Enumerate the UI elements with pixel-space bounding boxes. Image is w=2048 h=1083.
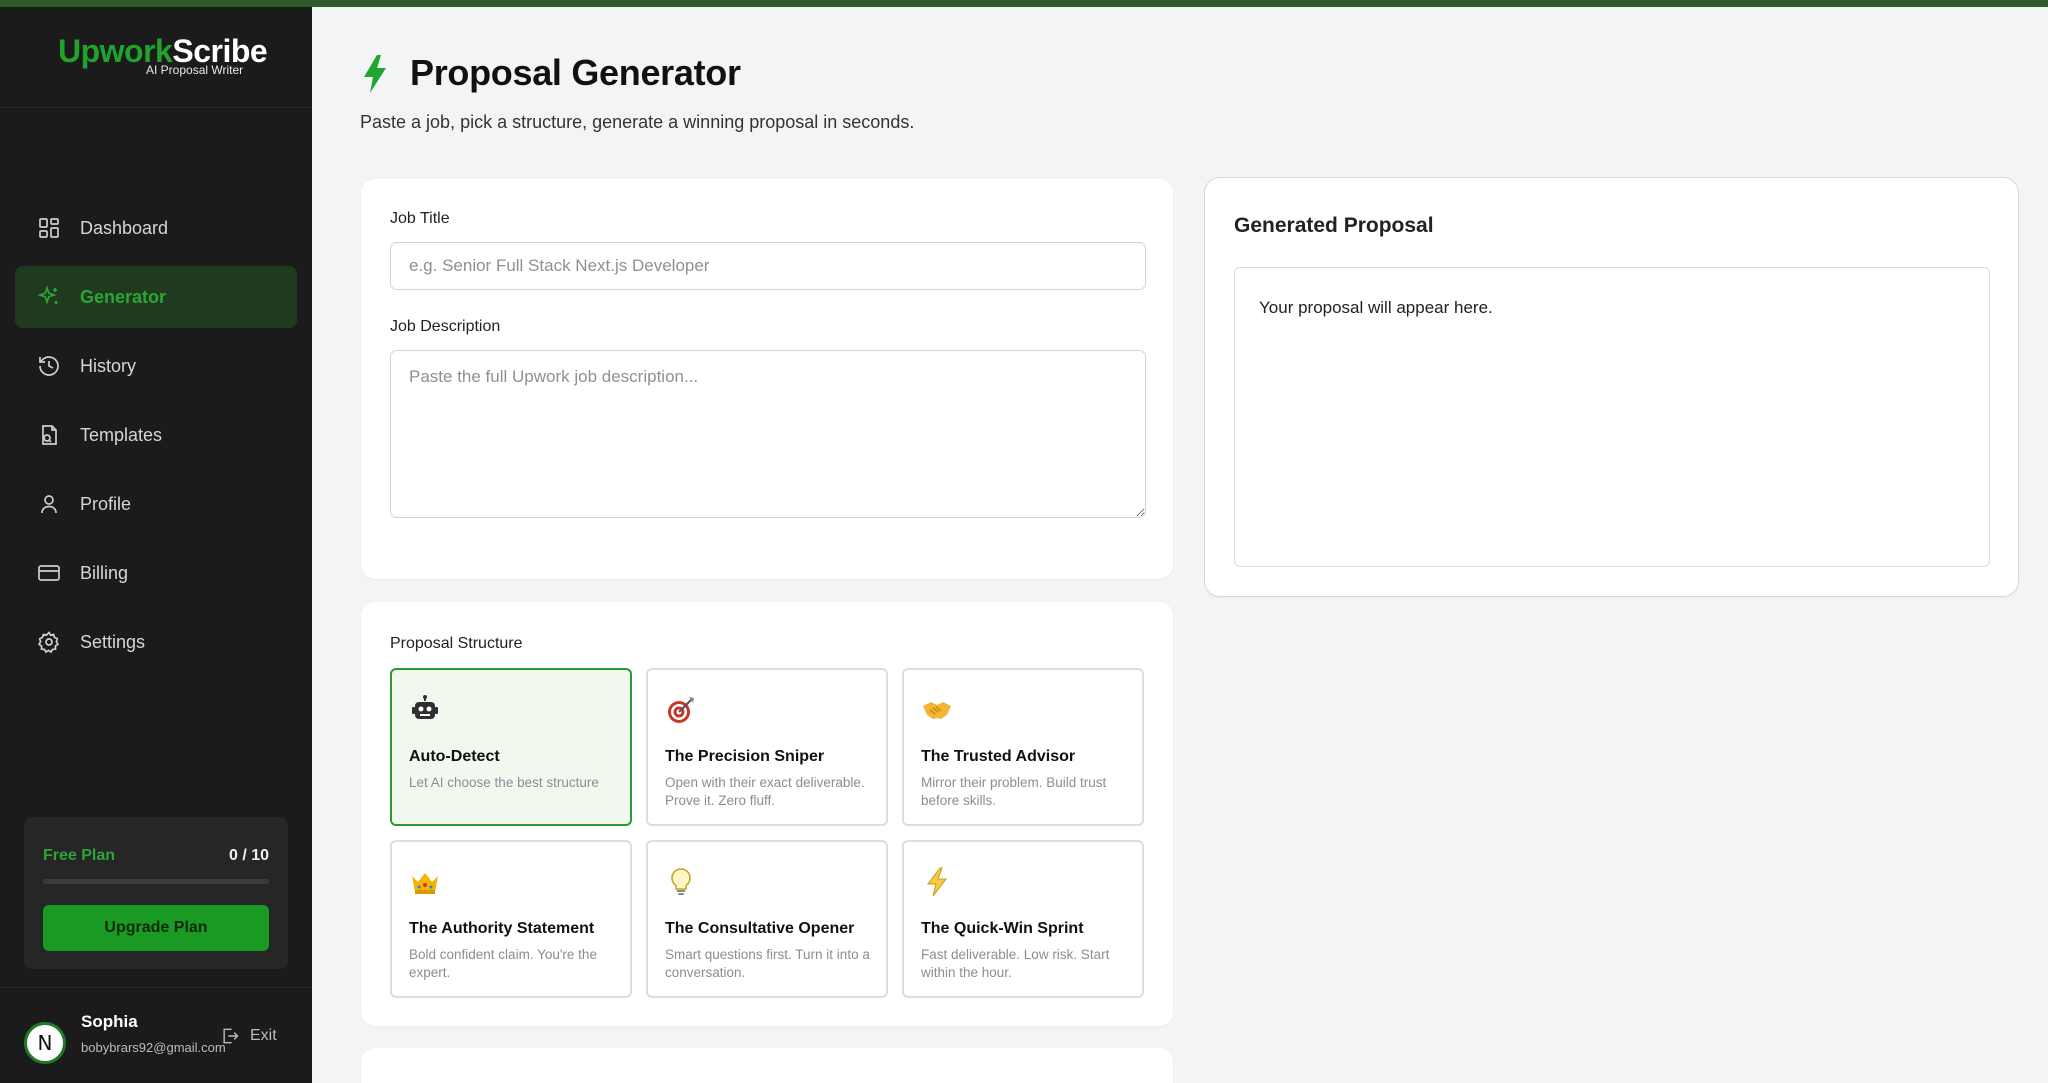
sidebar-item-history[interactable]: History xyxy=(15,335,297,397)
sidebar-item-billing[interactable]: Billing xyxy=(15,542,297,604)
lightning-icon xyxy=(927,867,948,897)
structure-option-authority-statement[interactable]: The Authority Statement Bold confident c… xyxy=(390,840,632,998)
history-icon xyxy=(36,353,62,379)
sidebar-item-label: Dashboard xyxy=(80,217,169,238)
user-area: N Sophia bobybrars92@gmail.com Exit xyxy=(0,987,312,1083)
next-section-card xyxy=(361,1048,1173,1083)
job-description-input[interactable] xyxy=(390,350,1146,518)
templates-icon xyxy=(36,422,62,448)
target-icon xyxy=(668,697,694,723)
plan-count: 0 / 10 xyxy=(228,847,269,864)
sidebar-nav: Dashboard Generator History Templates Pr… xyxy=(15,197,297,680)
exit-button[interactable]: Exit xyxy=(220,1026,277,1046)
top-accent-bar xyxy=(0,0,2048,7)
sparkles-icon xyxy=(36,284,62,310)
proposal-structure-card: Proposal Structure Auto-Detect Let AI ch… xyxy=(361,602,1173,1026)
job-form-card: Job Title Job Description xyxy=(361,179,1173,579)
user-email: bobybrars92@gmail.com xyxy=(81,1040,226,1055)
generated-proposal-card: Generated Proposal Your proposal will ap… xyxy=(1204,177,2019,597)
user-icon xyxy=(36,491,62,517)
proposal-structure-label: Proposal Structure xyxy=(390,635,523,652)
structure-option-desc: Mirror their problem. Build trust before… xyxy=(921,775,1107,808)
plan-label: Free Plan xyxy=(43,847,116,864)
brand-tagline: AI Proposal Writer xyxy=(146,63,244,77)
sidebar-item-label: Profile xyxy=(80,493,132,514)
structure-option-trusted-advisor[interactable]: The Trusted Advisor Mirror their problem… xyxy=(902,668,1144,826)
proposal-output[interactable]: Your proposal will appear here. xyxy=(1234,267,1990,567)
brand-logo[interactable]: UpworkScribe AI Proposal Writer xyxy=(0,7,312,108)
lightbulb-icon xyxy=(671,868,691,895)
sidebar-item-profile[interactable]: Profile xyxy=(15,473,297,535)
structure-option-title: The Consultative Opener xyxy=(665,920,855,937)
robot-icon xyxy=(412,695,438,719)
proposal-title: Generated Proposal xyxy=(1234,214,1434,237)
sidebar-item-generator[interactable]: Generator xyxy=(15,266,297,328)
handshake-icon xyxy=(923,702,951,719)
structure-option-title: Auto-Detect xyxy=(409,748,500,765)
sidebar-item-label: Billing xyxy=(80,562,129,583)
page-subtitle: Paste a job, pick a structure, generate … xyxy=(360,112,915,132)
structure-option-desc: Let AI choose the best structure xyxy=(409,775,599,790)
sidebar-item-templates[interactable]: Templates xyxy=(15,404,297,466)
lightning-icon xyxy=(364,55,386,93)
structure-option-desc: Smart questions first. Turn it into a co… xyxy=(665,947,870,980)
sidebar: UpworkScribe AI Proposal Writer Dashboar… xyxy=(0,7,312,1083)
structure-option-title: The Authority Statement xyxy=(409,920,595,937)
sidebar-item-label: Templates xyxy=(80,424,163,445)
job-title-label: Job Title xyxy=(390,210,450,227)
gear-icon xyxy=(36,629,62,655)
structure-option-desc: Open with their exact deliverable. Prove… xyxy=(665,775,865,808)
structure-option-desc: Bold confident claim. You're the expert. xyxy=(409,947,597,980)
structure-option-title: The Precision Sniper xyxy=(665,748,825,765)
structure-option-title: The Quick-Win Sprint xyxy=(921,920,1084,937)
crown-icon xyxy=(412,873,438,894)
plan-usage-box: Free Plan 0 / 10 Upgrade Plan xyxy=(24,817,288,969)
structure-option-consultative-opener[interactable]: The Consultative Opener Smart questions … xyxy=(646,840,888,998)
proposal-placeholder: Your proposal will appear here. xyxy=(1259,298,1493,317)
sidebar-item-label: History xyxy=(80,355,137,376)
page-title: Proposal Generator xyxy=(410,52,741,93)
sidebar-item-label: Generator xyxy=(80,286,167,307)
user-name: Sophia xyxy=(81,1012,138,1031)
job-title-input[interactable] xyxy=(390,242,1146,290)
upgrade-plan-button[interactable]: Upgrade Plan xyxy=(43,905,269,951)
avatar[interactable]: N xyxy=(24,1022,66,1064)
logout-icon xyxy=(223,1028,239,1044)
sidebar-item-dashboard[interactable]: Dashboard xyxy=(15,197,297,259)
structure-option-desc: Fast deliverable. Low risk. Start within… xyxy=(921,947,1110,980)
sidebar-item-settings[interactable]: Settings xyxy=(15,611,297,673)
structure-option-precision-sniper[interactable]: The Precision Sniper Open with their exa… xyxy=(646,668,888,826)
credit-card-icon xyxy=(36,560,62,586)
exit-label: Exit xyxy=(250,1027,277,1044)
structure-option-auto-detect[interactable]: Auto-Detect Let AI choose the best struc… xyxy=(390,668,632,826)
grid-icon xyxy=(36,215,62,241)
structure-option-title: The Trusted Advisor xyxy=(921,748,1076,765)
structure-option-quick-win-sprint[interactable]: The Quick-Win Sprint Fast deliverable. L… xyxy=(902,840,1144,998)
sidebar-item-label: Settings xyxy=(80,631,146,652)
job-description-label: Job Description xyxy=(390,318,501,335)
plan-progress-bar xyxy=(43,879,269,884)
